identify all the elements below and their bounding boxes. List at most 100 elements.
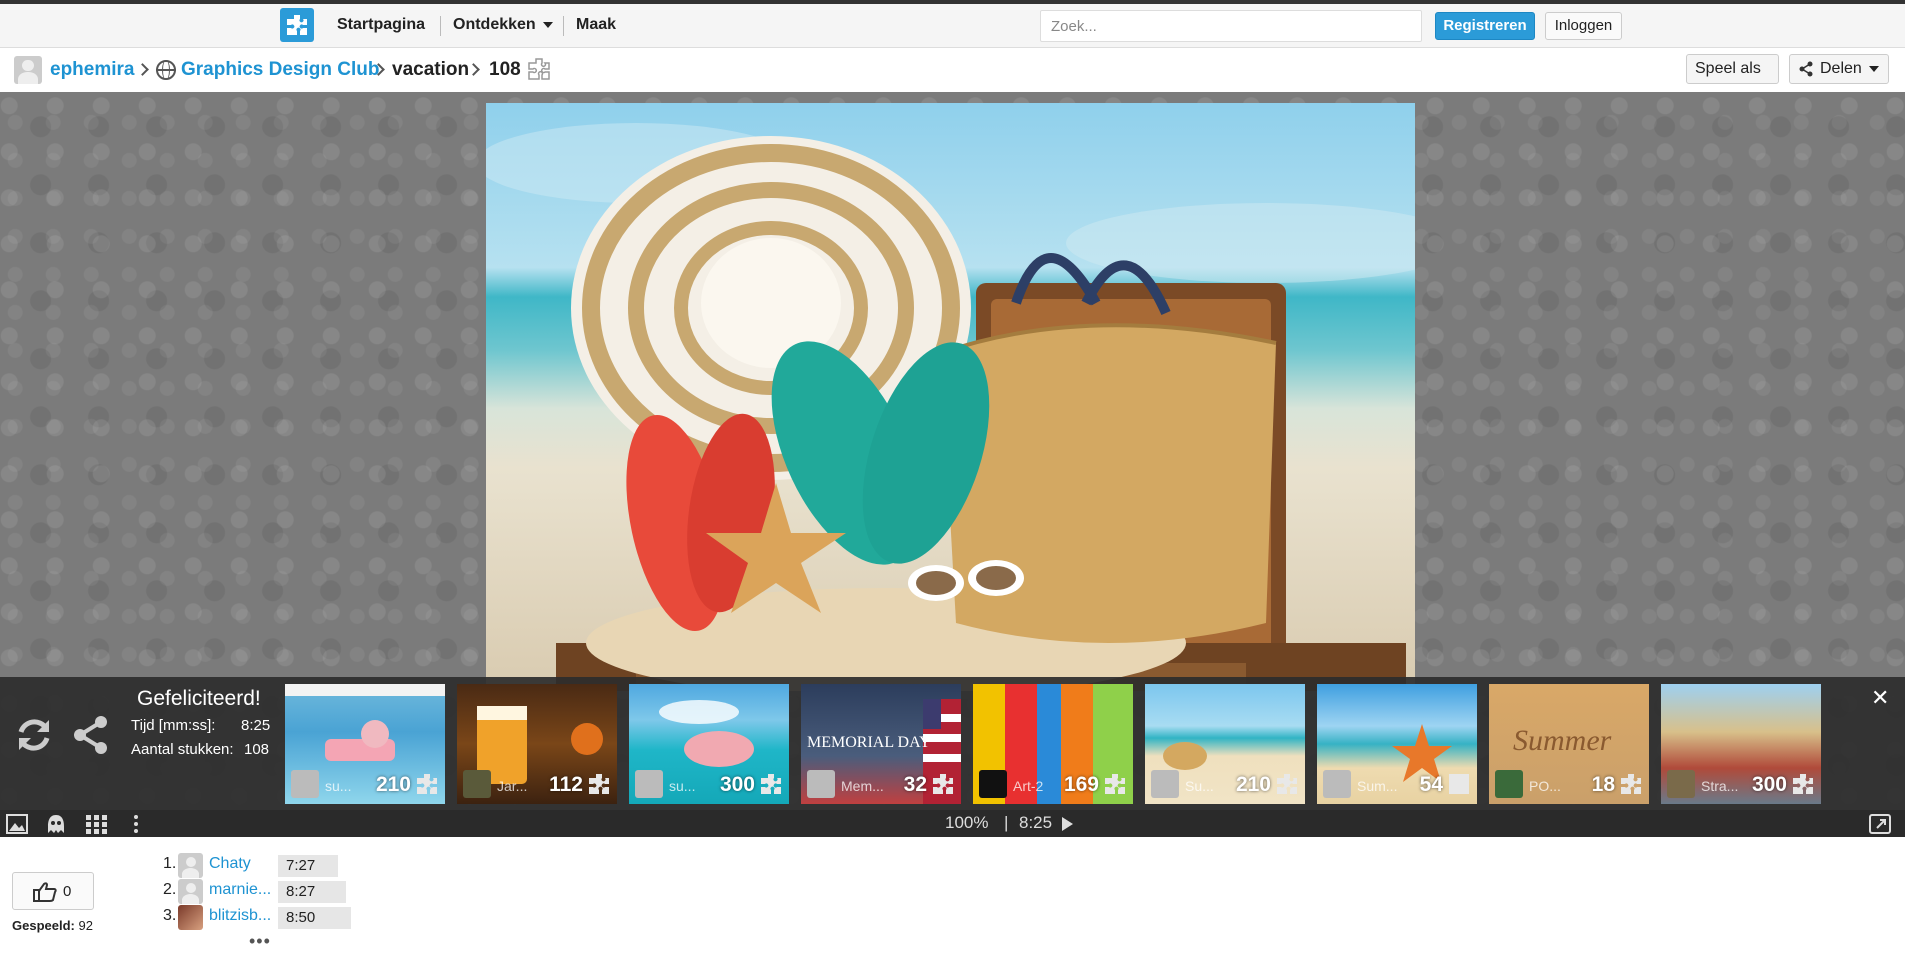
summer-caption: Summer (1513, 724, 1612, 757)
login-button[interactable]: Inloggen (1545, 12, 1622, 40)
thumb-piece-count: 300 (1751, 773, 1787, 796)
puzzle-piece-icon (1277, 774, 1297, 794)
leaderboard-name-link[interactable]: blitzisb... (209, 907, 271, 925)
edge-pieces-grid-icon[interactable] (85, 814, 107, 834)
thumb-piece-count: 210 (375, 773, 411, 796)
globe-icon (156, 60, 176, 80)
played-label: Gespeeld: (12, 918, 75, 933)
register-button[interactable]: Registreren (1435, 12, 1535, 40)
puzzle-piece-icon (1793, 774, 1813, 794)
replay-icon[interactable] (13, 714, 55, 756)
breadcrumb-album-link[interactable]: vacation (392, 59, 469, 81)
image-preview-icon[interactable] (6, 814, 28, 834)
leaderboard-rank: 1. (163, 855, 177, 872)
memorial-day-caption: MEMORIAL DAY (807, 734, 931, 751)
breadcrumb-user-link[interactable]: ephemira (50, 59, 134, 81)
owner-avatar (291, 770, 319, 798)
caret-down-icon (542, 21, 553, 28)
puzzle-piece-icon (761, 774, 781, 794)
play-as-dropdown[interactable]: Speel als (1686, 54, 1779, 100)
nav-create-link[interactable]: Maak (576, 16, 616, 34)
avatar[interactable] (178, 853, 203, 878)
puzzle-control-bar: 100% | 8:25 (0, 810, 1905, 837)
suggested-puzzle-thumbnail[interactable]: Sum... 54 (1317, 684, 1477, 804)
leaderboard-time: 8:50 (278, 907, 351, 929)
thumb-piece-count: 54 (1419, 773, 1443, 796)
avatar[interactable] (178, 905, 203, 930)
owner-avatar (635, 770, 663, 798)
pieces-value: 108 (244, 741, 270, 758)
thumb-owner: su... (325, 778, 352, 794)
time-value: 8:25 (241, 717, 271, 734)
owner-avatar (463, 770, 491, 798)
completion-overlay: Gefeliciteerd! Tijd [mm:ss]: 8:25 Aantal… (0, 677, 1905, 810)
suggested-puzzle-thumbnail[interactable]: Summer PO... 18 (1489, 684, 1649, 804)
suggested-puzzle-thumbnail[interactable]: su... 210 (285, 684, 445, 804)
puzzle-stage: Gefeliciteerd! Tijd [mm:ss]: 8:25 Aantal… (0, 92, 1905, 837)
pieces-label: Aantal stukken: (131, 741, 234, 758)
puzzle-piece-icon (1621, 774, 1641, 794)
chevron-right-icon (136, 63, 149, 76)
show-more-ellipsis[interactable]: ••• (249, 931, 271, 952)
thumb-owner: Stra... (1701, 778, 1739, 794)
nav-divider (563, 16, 564, 36)
breadcrumb-pieces: 108 (489, 59, 521, 80)
nav-discover-label: Ontdekken (453, 16, 536, 33)
thumb-owner: Art-2 (1013, 778, 1044, 794)
play-icon[interactable] (1062, 817, 1073, 831)
control-separator: | (1004, 813, 1009, 832)
leaderboard-name-link[interactable]: marnie... (209, 881, 271, 899)
leaderboard-name-link[interactable]: Chaty (209, 855, 251, 873)
thumbs-up-icon (33, 882, 57, 902)
fullscreen-icon[interactable] (1869, 814, 1891, 834)
breadcrumb-club-link[interactable]: Graphics Design Club (181, 59, 379, 81)
user-avatar[interactable] (14, 56, 42, 84)
share-label: Delen (1820, 60, 1862, 77)
share-icon (1799, 61, 1813, 77)
search-input[interactable] (1040, 10, 1422, 42)
close-overlay-icon[interactable]: ✕ (1871, 685, 1889, 711)
suggested-puzzle-thumbnail[interactable]: su... 300 (629, 684, 789, 804)
thumb-owner: Jar... (497, 778, 528, 794)
thumb-piece-count: 32 (903, 773, 927, 796)
share-dropdown[interactable]: Delen (1789, 54, 1889, 84)
thumb-owner: Sum... (1357, 778, 1398, 794)
site-logo-puzzle-icon[interactable] (280, 8, 314, 42)
nav-home-link[interactable]: Startpagina (337, 16, 425, 34)
thumb-piece-count: 112 (549, 773, 583, 796)
more-options-icon[interactable] (131, 814, 141, 834)
suggested-puzzle-thumbnail[interactable]: Art-2 169 (973, 684, 1133, 804)
time-label: Tijd [mm:ss]: (131, 717, 216, 734)
like-count: 0 (63, 883, 72, 900)
zoom-level[interactable]: 100% (945, 813, 988, 833)
suggested-puzzle-thumbnail[interactable]: Jar... 112 (457, 684, 617, 804)
congrats-heading: Gefeliciteerd! (137, 687, 261, 710)
thumb-piece-count: 18 (1591, 773, 1615, 796)
leaderboard-time: 8:27 (278, 881, 346, 903)
thumb-piece-count: 210 (1235, 773, 1271, 796)
breadcrumb: ephemira Graphics Design Club vacation 1… (0, 48, 1905, 100)
like-button[interactable]: 0 (12, 872, 94, 910)
square-icon (1449, 774, 1469, 794)
puzzle-piece-icon (1105, 774, 1125, 794)
caret-down-icon (1868, 65, 1879, 72)
timer-display: 8:25 (1019, 813, 1053, 832)
puzzle-piece-icon (417, 774, 437, 794)
owner-avatar (979, 770, 1007, 798)
thumb-owner: Mem... (841, 778, 884, 794)
puzzle-piece-icon (589, 774, 609, 794)
thumb-piece-count: 300 (719, 773, 755, 796)
share-result-icon[interactable] (72, 714, 110, 756)
nav-divider (440, 16, 441, 36)
ghost-image-icon[interactable] (45, 814, 67, 834)
suggested-puzzle-thumbnail[interactable]: Stra... 300 (1661, 684, 1821, 804)
thumb-owner: su... (669, 778, 696, 794)
nav-discover-dropdown[interactable]: Ontdekken (453, 16, 553, 34)
suggested-puzzle-thumbnail[interactable]: MEMORIAL DAY Mem... 32 (801, 684, 961, 804)
thumb-owner: Su... (1185, 778, 1214, 794)
puzzle-piece-icon (933, 774, 953, 794)
avatar[interactable] (178, 879, 203, 904)
thumb-piece-count: 169 (1063, 773, 1099, 796)
completed-puzzle-image[interactable] (486, 103, 1415, 691)
suggested-puzzle-thumbnail[interactable]: Su... 210 (1145, 684, 1305, 804)
